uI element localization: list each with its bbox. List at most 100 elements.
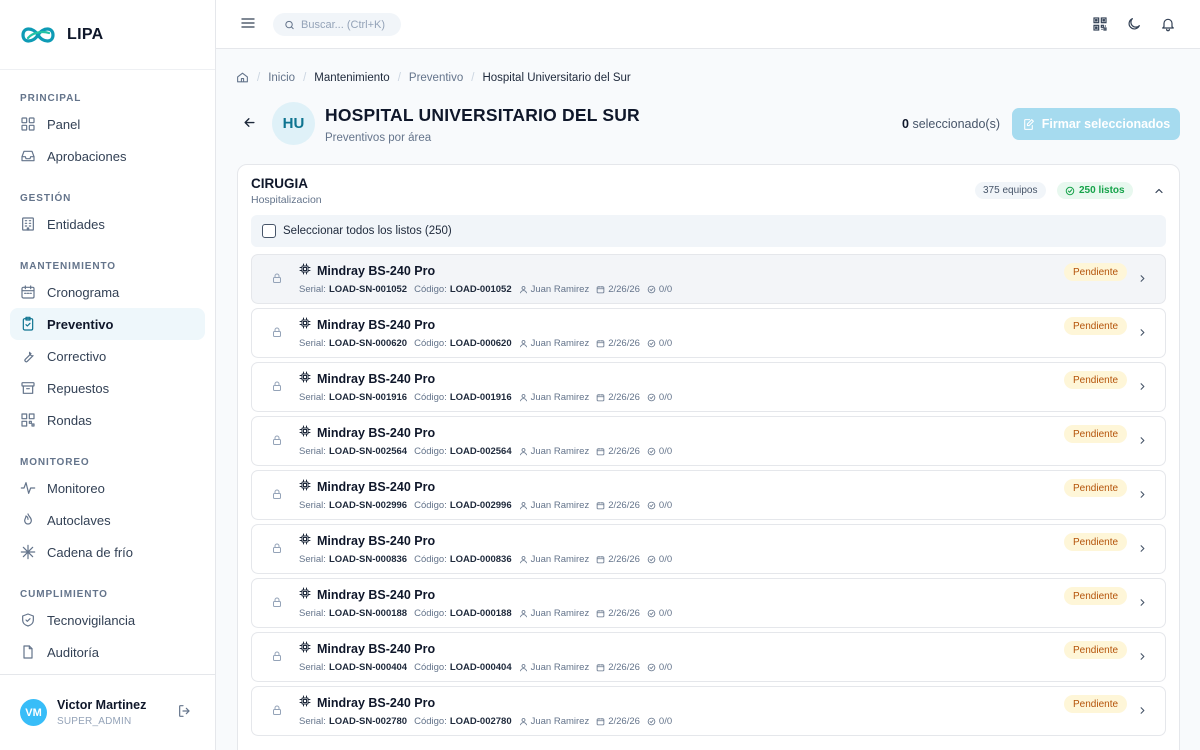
serial-value: LOAD-SN-000836 <box>328 554 408 565</box>
technician-name: Juan Ramirez <box>530 716 590 727</box>
search-input[interactable] <box>301 18 401 31</box>
qr-code-icon[interactable] <box>1092 16 1108 32</box>
equipment-row[interactable]: Mindray BS-240 Pro Serial: LOAD-SN-002780 C… <box>251 686 1166 736</box>
moon-icon[interactable] <box>1126 16 1142 32</box>
equipment-meta: Serial: LOAD-SN-000620 Código: LOAD-000620 J… <box>299 338 672 349</box>
code-group: Código: LOAD-002996 <box>414 500 512 511</box>
file-icon <box>23 645 33 659</box>
code-group: Código: LOAD-000404 <box>414 662 512 673</box>
sidebar-item-tecnovigilancia[interactable]: Tecnovigilancia <box>10 604 205 636</box>
sidebar-item-preventivo[interactable]: Preventivo <box>10 308 205 340</box>
sidebar-item-label: Repuestos <box>47 380 110 396</box>
calendar-icon <box>596 502 605 510</box>
code-value: LOAD-000836 <box>449 554 512 565</box>
serial-label: Serial: <box>299 716 326 727</box>
sidebar-item-panel[interactable]: Panel <box>10 108 205 140</box>
serial-value: LOAD-SN-001916 <box>328 392 408 403</box>
sidebar-item-correctivo[interactable]: Correctivo <box>10 340 205 372</box>
chevron-right-icon[interactable] <box>1137 435 1148 446</box>
calendar-icon <box>596 340 605 348</box>
check-circle-icon <box>647 663 656 672</box>
select-all-bar[interactable]: Seleccionar todos los listos (250) <box>251 215 1166 247</box>
user-icon <box>519 664 527 672</box>
chip-icon <box>299 317 311 329</box>
sidebar-item-rondas[interactable]: Rondas <box>10 404 205 436</box>
chevron-right-icon[interactable] <box>1137 327 1148 338</box>
chevron-right-icon[interactable] <box>1137 651 1148 662</box>
breadcrumb-item-preventivo[interactable]: Preventivo <box>409 72 463 84</box>
date-group: 2/26/26 <box>596 338 640 349</box>
sidebar-item-entidades[interactable]: Entidades <box>10 208 205 240</box>
sidebar-item-aprobaciones[interactable]: Aprobaciones <box>10 140 205 172</box>
search-icon <box>285 20 294 29</box>
back-arrow-icon[interactable] <box>242 115 257 130</box>
equipment-row[interactable]: Mindray BS-240 Pro Serial: LOAD-SN-001916 C… <box>251 362 1166 412</box>
logout-icon[interactable] <box>177 703 193 719</box>
equipment-name: Mindray BS-240 Pro <box>317 318 436 332</box>
select-all-label: Seleccionar todos los listos (250) <box>283 225 452 237</box>
breadcrumb-item-inicio[interactable]: Inicio <box>268 72 295 84</box>
chip-icon <box>299 587 311 599</box>
check-circle-icon <box>647 609 656 618</box>
serial-value: LOAD-SN-001052 <box>328 284 408 295</box>
calendar-icon <box>596 394 605 402</box>
section-title: MONITOREO <box>20 457 90 468</box>
equipment-name: Mindray BS-240 Pro <box>317 696 436 710</box>
status-badge: Pendiente <box>1064 533 1128 551</box>
sign-selected-button[interactable]: Firmar seleccionados <box>1012 108 1180 140</box>
date-group: 2/26/26 <box>596 662 640 673</box>
chevron-right-icon[interactable] <box>1137 381 1148 392</box>
serial-label: Serial: <box>299 662 326 673</box>
code-label: Código: <box>414 716 447 727</box>
equipment-row[interactable]: Mindray BS-240 Pro Serial: LOAD-SN-001052 C… <box>251 254 1166 304</box>
progress-value: 0/0 <box>658 338 673 349</box>
select-all-checkbox[interactable] <box>262 224 276 238</box>
code-value: LOAD-000404 <box>449 662 512 673</box>
brand[interactable]: LIPA <box>0 0 215 70</box>
equipment-row[interactable]: Mindray BS-240 Pro Serial: LOAD-SN-000620 C… <box>251 308 1166 358</box>
sidebar-item-cadena-de-fr-o[interactable]: Cadena de frío <box>10 536 205 568</box>
chevron-up-icon[interactable] <box>1153 185 1165 197</box>
qr-code-icon <box>21 413 35 427</box>
chip-icon <box>299 263 311 275</box>
sign-selected-label: Firmar seleccionados <box>1041 117 1171 131</box>
sidebar-item-auditor-a[interactable]: Auditoría <box>10 636 205 668</box>
search-box[interactable] <box>273 13 401 36</box>
menu-icon[interactable] <box>240 15 256 31</box>
equipment-meta: Serial: LOAD-SN-002780 Código: LOAD-002780 J… <box>299 716 672 727</box>
progress-group: 0/0 <box>647 554 672 565</box>
home-icon[interactable] <box>236 71 249 84</box>
equipment-row[interactable]: Mindray BS-240 Pro Serial: LOAD-SN-000836 C… <box>251 524 1166 574</box>
chevron-right-icon[interactable] <box>1137 597 1148 608</box>
technician-group: Juan Ramirez <box>519 662 589 673</box>
equipment-row[interactable]: Mindray BS-240 Pro Serial: LOAD-SN-002564 C… <box>251 416 1166 466</box>
equipment-row[interactable]: Mindray BS-240 Pro Serial: LOAD-SN-000404 C… <box>251 632 1166 682</box>
bell-icon[interactable] <box>1160 16 1176 32</box>
serial-value: LOAD-SN-000404 <box>328 662 408 673</box>
sidebar-item-cronograma[interactable]: Cronograma <box>10 276 205 308</box>
chevron-right-icon[interactable] <box>1137 489 1148 500</box>
progress-value: 0/0 <box>658 446 673 457</box>
user-icon <box>519 286 527 294</box>
sidebar-item-repuestos[interactable]: Repuestos <box>10 372 205 404</box>
sidebar-item-monitoreo[interactable]: Monitoreo <box>10 472 205 504</box>
sidebar-nav: PRINCIPAL Panel Aprobaciones GESTIÓN Entidad… <box>0 70 215 668</box>
check-circle-icon <box>647 393 656 402</box>
chevron-right-icon[interactable] <box>1137 273 1148 284</box>
technician-group: Juan Ramirez <box>519 608 589 619</box>
equipment-row[interactable]: Mindray BS-240 Pro Serial: LOAD-SN-002996 C… <box>251 470 1166 520</box>
scheduled-date: 2/26/26 <box>608 716 640 727</box>
breadcrumb-separator: / <box>303 71 307 84</box>
code-group: Código: LOAD-000836 <box>414 554 512 565</box>
serial-value: LOAD-SN-002996 <box>328 500 408 511</box>
equipment-meta: Serial: LOAD-SN-001916 Código: LOAD-001916 J… <box>299 392 672 403</box>
breadcrumb-item-mantenimiento[interactable]: Mantenimiento <box>314 72 389 84</box>
chevron-right-icon[interactable] <box>1137 543 1148 554</box>
sidebar-item-autoclaves[interactable]: Autoclaves <box>10 504 205 536</box>
section-title: PRINCIPAL <box>20 93 82 104</box>
equipment-row[interactable]: Mindray BS-240 Pro Serial: LOAD-SN-000188 C… <box>251 578 1166 628</box>
chevron-right-icon[interactable] <box>1137 705 1148 716</box>
code-value: LOAD-002564 <box>449 446 512 457</box>
avatar[interactable]: VM <box>20 699 47 726</box>
